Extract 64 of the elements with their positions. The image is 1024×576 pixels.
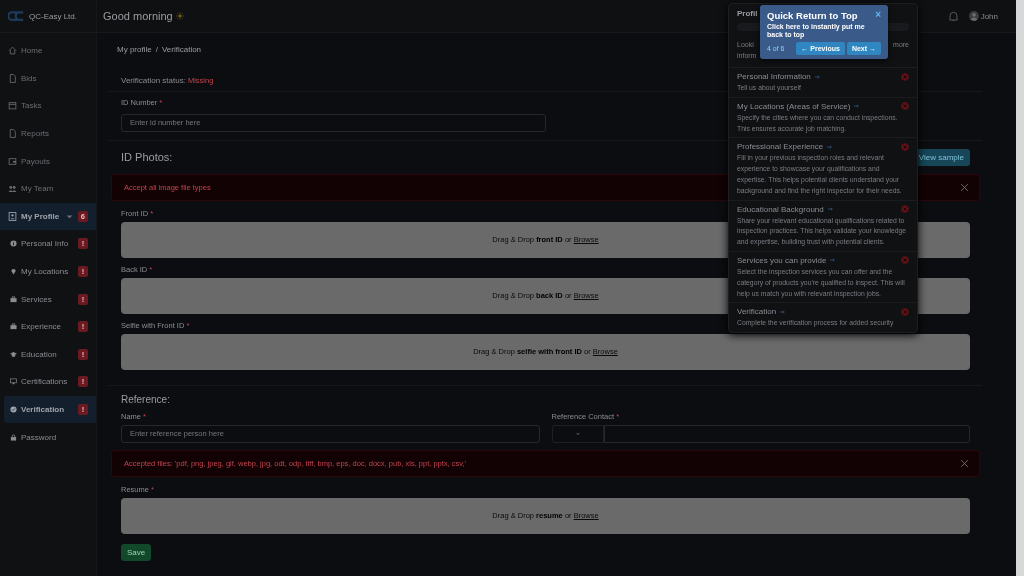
close-button[interactable] [960, 458, 969, 468]
profile-icon [8, 211, 17, 221]
document-icon [8, 129, 17, 139]
bell-icon [947, 10, 959, 22]
caret-down-icon [574, 430, 581, 437]
step-title: Services you can provide [737, 255, 827, 265]
arrow-right-icon [779, 308, 787, 315]
step-title: Verification [737, 307, 777, 317]
arrow-right-icon [813, 73, 821, 80]
error-circle-icon [901, 72, 909, 81]
close-icon [960, 182, 969, 192]
graduation-cap-icon [10, 350, 17, 358]
breadcrumb-current: Verification [161, 45, 202, 54]
nav-item[interactable]: Reports [0, 119, 96, 148]
calendar-icon [8, 101, 17, 111]
nav-item[interactable]: Tasks [0, 92, 96, 120]
arrow-right-icon [853, 103, 861, 110]
step-title: Professional Experience [737, 142, 824, 152]
breadcrumb-separator: / [155, 45, 158, 54]
info-icon [10, 240, 17, 248]
brand-name: QC-Easy Ltd. [29, 11, 77, 21]
lock-icon [10, 433, 17, 441]
arrow-right-icon [826, 143, 834, 150]
location-pin-icon [10, 268, 17, 276]
step-title: My Locations (Areas of Service) [737, 101, 851, 111]
check-circle-icon [10, 406, 17, 413]
people-icon [8, 184, 17, 194]
nav-item[interactable]: My Team [0, 174, 96, 203]
user-menu[interactable]: John [968, 11, 998, 21]
section-title: Reference: [121, 393, 171, 405]
certificate-icon [10, 378, 17, 386]
greeting: Good morning [103, 10, 173, 22]
section-title: ID Photos: [121, 151, 173, 163]
phone-number-field[interactable] [603, 424, 970, 443]
scrollbar[interactable] [1016, 0, 1024, 576]
close-button[interactable] [960, 182, 969, 192]
briefcase-icon [10, 323, 17, 331]
nav-item[interactable]: Bids [0, 64, 96, 93]
error-circle-icon [901, 205, 909, 214]
briefcase-icon [10, 295, 17, 303]
nav-item[interactable]: Password [0, 423, 96, 451]
step-title: Personal Information [737, 72, 811, 81]
close-icon [960, 458, 969, 468]
wallet-icon [8, 156, 17, 166]
avatar-icon [968, 11, 979, 21]
tour-title: Quick Return to Top [767, 10, 858, 21]
dropdown-title: Profil [737, 9, 758, 18]
arrow-right-icon [826, 206, 834, 213]
arrow-right-icon [829, 257, 837, 264]
nav-item[interactable]: Payouts [0, 147, 96, 175]
document-icon [8, 73, 17, 83]
sun-icon [175, 12, 184, 20]
nav-item[interactable]: Home [0, 37, 96, 65]
breadcrumb-link[interactable]: My profile [117, 45, 152, 54]
home-icon [8, 46, 17, 56]
error-circle-icon [901, 307, 909, 316]
error-circle-icon [901, 256, 909, 265]
error-circle-icon [901, 102, 909, 111]
close-button[interactable]: × [875, 10, 881, 20]
save-button[interactable]: Save [121, 543, 152, 561]
logo-icon [8, 10, 25, 22]
status-label: Verification status: [121, 76, 186, 85]
step-title: Educational Background [737, 204, 824, 214]
error-circle-icon [901, 142, 909, 151]
